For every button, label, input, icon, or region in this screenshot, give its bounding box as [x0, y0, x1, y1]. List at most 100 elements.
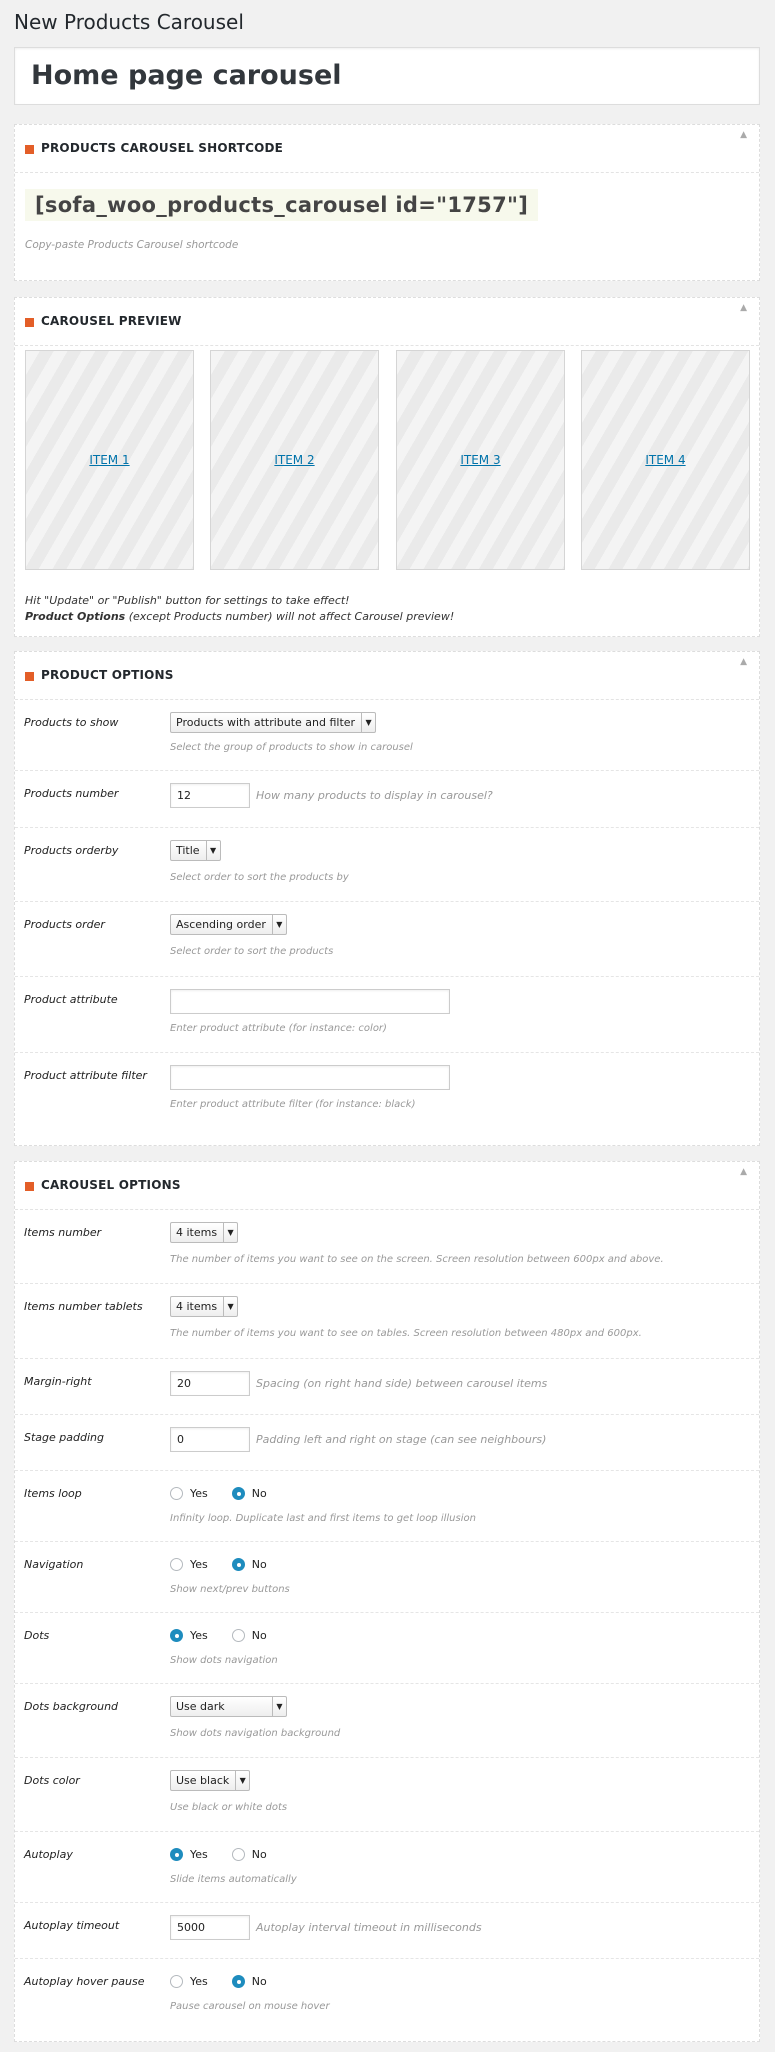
option-row-stage-padding: Stage padding 0 Padding left and right o… [15, 1415, 759, 1471]
option-help: Infinity loop. Duplicate last and first … [170, 1513, 476, 1524]
shortcode-box-heading: PRODUCTS CAROUSEL SHORTCODE [41, 141, 284, 155]
carousel-item-link[interactable]: ITEM 1 [26, 453, 193, 467]
dots-color-select[interactable]: Use black ▼ [170, 1770, 251, 1791]
radio-label: No [251, 1975, 267, 1988]
radio-button-icon [231, 1629, 245, 1642]
option-control: 12 How many products to display in carou… [170, 783, 493, 808]
product-options-box: PRODUCT OPTIONS ▲ Products to show Produ… [14, 651, 760, 1146]
radio-label: No [251, 1848, 267, 1861]
option-label: Autoplay [24, 1848, 73, 1861]
radio-yes[interactable]: Yes [170, 1848, 208, 1861]
radio-yes[interactable]: Yes [170, 1975, 208, 1988]
radio-no[interactable]: No [231, 1487, 267, 1500]
square-icon [25, 672, 34, 681]
shortcode-box: PRODUCTS CAROUSEL SHORTCODE ▲ [sofa_woo_… [14, 124, 760, 281]
option-label: Items number tablets [24, 1300, 143, 1313]
option-help: Select order to sort the products [170, 946, 334, 957]
option-row-product-attribute-filter: Product attribute filter Enter product a… [15, 1053, 759, 1143]
carousel-item-link[interactable]: ITEM 4 [582, 453, 749, 467]
preview-box-heading: CAROUSEL PREVIEW [41, 314, 182, 328]
carousel-preview-box: CAROUSEL PREVIEW ▲ ITEM 1 ITEM 2 ITEM 3 … [14, 297, 760, 637]
option-label: Autoplay timeout [24, 1919, 120, 1932]
radio-yes[interactable]: Yes [170, 1629, 208, 1642]
radio-yes[interactable]: Yes [170, 1558, 208, 1571]
square-icon [25, 145, 34, 154]
radio-button-icon [231, 1848, 245, 1861]
radio-no[interactable]: No [231, 1848, 267, 1861]
products-to-show-select[interactable]: Products with attribute and filter ▼ [170, 712, 377, 733]
collapse-arrow-icon[interactable]: ▲ [740, 130, 747, 140]
option-help: Spacing (on right hand side) between car… [256, 1377, 548, 1390]
carousel-options-header[interactable]: CAROUSEL OPTIONS ▲ [15, 1162, 759, 1210]
square-icon [25, 318, 34, 327]
option-row-items-number: Items number 4 items ▼ The number of item… [15, 1210, 759, 1284]
carousel-item: ITEM 4 [581, 350, 750, 570]
products-orderby-select[interactable]: Title ▼ [170, 840, 221, 861]
option-control: Yes No [170, 1487, 285, 1500]
post-title-input[interactable]: Home page carousel [14, 47, 760, 105]
select-value: Title [176, 844, 200, 857]
stage-padding-input[interactable]: 0 [170, 1427, 250, 1452]
product-attribute-input[interactable] [170, 989, 450, 1014]
option-help: Pause carousel on mouse hover [170, 2001, 330, 2012]
radio-no[interactable]: No [231, 1629, 267, 1642]
option-row-autoplay: Autoplay Yes No Slide items automaticall… [15, 1832, 759, 1903]
post-title-text: Home page carousel [31, 60, 342, 91]
option-control: 0 Padding left and right on stage (can s… [170, 1427, 546, 1452]
option-row-navigation: Navigation Yes No Show next/prev buttons [15, 1542, 759, 1613]
carousel-item-link[interactable]: ITEM 3 [397, 453, 564, 467]
radio-no[interactable]: No [231, 1975, 267, 1988]
preview-box-header[interactable]: CAROUSEL PREVIEW ▲ [15, 298, 759, 346]
items-number-select[interactable]: 4 items ▼ [170, 1222, 239, 1243]
radio-label: No [251, 1629, 267, 1642]
option-label: Products number [24, 787, 119, 800]
product-options-header[interactable]: PRODUCT OPTIONS ▲ [15, 652, 759, 700]
product-attribute-filter-input[interactable] [170, 1065, 450, 1090]
caret-down-icon: ▼ [205, 841, 220, 860]
option-control: Yes No [170, 1558, 285, 1571]
products-number-input[interactable]: 12 [170, 783, 250, 808]
shortcode-text[interactable]: [sofa_woo_products_carousel id="1757"] [25, 189, 539, 221]
collapse-arrow-icon[interactable]: ▲ [740, 303, 747, 313]
option-row-items-loop: Items loop Yes No Infinity loop. Duplica… [15, 1471, 759, 1542]
option-row-products-to-show: Products to show Products with attribute… [15, 700, 759, 771]
page: New Products Carousel Home page carousel… [0, 0, 775, 2052]
option-label: Dots background [24, 1700, 119, 1713]
autoplay-timeout-input[interactable]: 5000 [170, 1915, 250, 1940]
radio-label: No [251, 1487, 267, 1500]
radio-button-checked-icon [231, 1975, 245, 1988]
option-control: Ascending order ▼ [170, 914, 287, 935]
radio-button-icon [170, 1487, 183, 1500]
items-number-tablets-select[interactable]: 4 items ▼ [170, 1296, 239, 1317]
preview-note-bold: Product Options [25, 610, 126, 623]
option-control: Yes No [170, 1975, 285, 1988]
radio-yes[interactable]: Yes [170, 1487, 208, 1500]
option-help: Show dots navigation background [170, 1728, 341, 1739]
option-row-autoplay-hover-pause: Autoplay hover pause Yes No Pause carous… [15, 1959, 759, 2039]
collapse-arrow-icon[interactable]: ▲ [740, 1167, 747, 1177]
margin-right-input[interactable]: 20 [170, 1371, 250, 1396]
dots-background-select[interactable]: Use dark ▼ [170, 1696, 287, 1717]
carousel-items: ITEM 1 ITEM 2 ITEM 3 ITEM 4 [25, 350, 750, 570]
radio-button-checked-icon [170, 1629, 183, 1642]
carousel-item: ITEM 2 [210, 350, 379, 570]
option-label: Autoplay hover pause [24, 1975, 145, 1988]
option-control [170, 989, 450, 1014]
caret-down-icon: ▼ [361, 713, 375, 732]
shortcode-box-header[interactable]: PRODUCTS CAROUSEL SHORTCODE ▲ [15, 125, 759, 173]
radio-label: Yes [190, 1558, 208, 1571]
option-row-product-attribute: Product attribute Enter product attribut… [15, 977, 759, 1053]
option-label: Items number [24, 1226, 102, 1239]
products-order-select[interactable]: Ascending order ▼ [170, 914, 287, 935]
option-control: 4 items ▼ [170, 1296, 239, 1317]
carousel-item-link[interactable]: ITEM 2 [211, 453, 378, 467]
option-label: Product attribute filter [24, 1069, 147, 1082]
option-control: 20 Spacing (on right hand side) between … [170, 1371, 547, 1396]
option-label: Dots [24, 1629, 50, 1642]
shortcode-help: Copy-paste Products Carousel shortcode [25, 239, 239, 251]
radio-no[interactable]: No [231, 1558, 267, 1571]
radio-button-checked-icon [170, 1848, 183, 1861]
collapse-arrow-icon[interactable]: ▲ [740, 657, 747, 667]
select-value: 4 items [176, 1300, 218, 1313]
option-label: Navigation [24, 1558, 84, 1571]
